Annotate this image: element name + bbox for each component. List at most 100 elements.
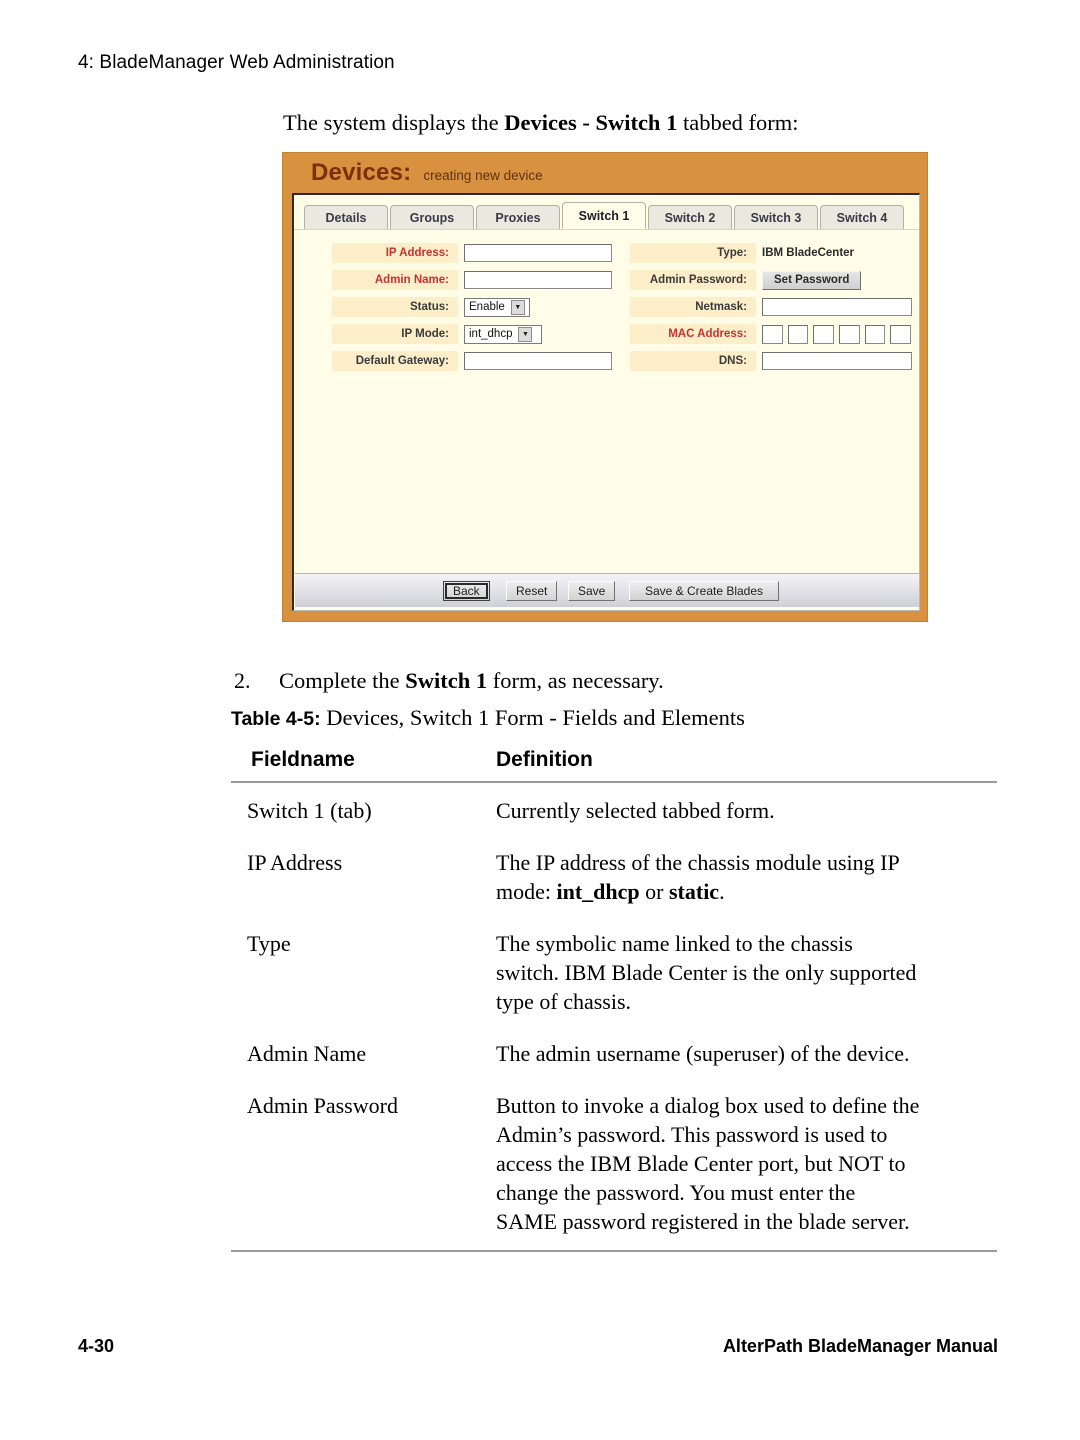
- cell-fieldname: Switch 1 (tab): [247, 798, 372, 823]
- step-text: Complete the Switch 1 form, as necessary…: [279, 668, 664, 694]
- definition-text: access the IBM Blade Center port, but NO…: [496, 1151, 906, 1176]
- cell-fieldname: Admin Name: [247, 1041, 367, 1066]
- definition-text: mode:: [496, 879, 557, 904]
- definition-line: type of chassis.: [496, 987, 993, 1016]
- definition-text: Admin’s password. This password is used …: [496, 1122, 888, 1147]
- definition-line: SAME password registered in the blade se…: [496, 1207, 993, 1236]
- cell-fieldname: Admin Password: [247, 1093, 398, 1118]
- tabstrip-underline: [294, 229, 919, 230]
- definition-text: Button to invoke a dialog box used to de…: [496, 1093, 920, 1118]
- admin-name-input[interactable]: [464, 271, 612, 289]
- definition-text: or: [639, 879, 669, 904]
- chevron-down-icon[interactable]: ▼: [510, 299, 525, 315]
- tab-switch-2[interactable]: Switch 2: [648, 205, 732, 229]
- app-subtitle: creating new device: [423, 167, 543, 183]
- definition-line: access the IBM Blade Center port, but NO…: [496, 1149, 993, 1178]
- definition-line: The IP address of the chassis module usi…: [496, 848, 993, 877]
- table-caption-label: Table 4-5:: [231, 708, 321, 730]
- intro-text-bold: Devices - Switch 1: [504, 110, 678, 135]
- default-gateway-input[interactable]: [464, 352, 612, 370]
- mac-octet-input-2[interactable]: [787, 324, 809, 344]
- save-create-blades-button[interactable]: Save & Create Blades: [629, 580, 779, 601]
- mac-octet-input-3[interactable]: [813, 324, 835, 344]
- tab-groups[interactable]: Groups: [390, 205, 474, 229]
- app-title: Devices:: [311, 159, 412, 186]
- field-label-netmask: Netmask:: [630, 297, 756, 317]
- cell-fieldname: Type: [247, 931, 291, 956]
- app-panel: Details Groups Proxies Switch 1 Switch 2 Swit…: [292, 193, 920, 611]
- field-label-admin-name: Admin Name:: [332, 270, 458, 290]
- definition-text: switch. IBM Blade Center is the only sup…: [496, 960, 917, 985]
- status-selected-value: Enable: [469, 301, 505, 313]
- netmask-input[interactable]: [762, 298, 912, 316]
- definition-text: change the password. You must enter the: [496, 1180, 856, 1205]
- definition-line: Currently selected tabbed form.: [496, 796, 993, 825]
- save-button[interactable]: Save: [568, 580, 616, 601]
- fields-and-elements-table: Fieldname Definition Switch 1 (tab) Curre…: [231, 748, 997, 1252]
- cell-definition: The IP address of the chassis module usi…: [496, 848, 997, 906]
- devices-switch1-screenshot: Devices: creating new device Details Grou…: [282, 152, 928, 622]
- mac-octet-input-1[interactable]: [762, 324, 783, 344]
- dns-input[interactable]: [762, 352, 912, 370]
- step-text-after: form, as necessary.: [487, 668, 664, 693]
- mac-address-octets: [756, 324, 916, 344]
- definition-emphasis: int_dhcp: [556, 879, 640, 904]
- status-select[interactable]: Enable ▼: [464, 297, 530, 317]
- back-button[interactable]: Back: [443, 580, 490, 601]
- cell-definition: The admin username (superuser) of the de…: [496, 1039, 997, 1068]
- step-number: 2.: [234, 668, 251, 693]
- footer-manual-title: AlterPath BladeManager Manual: [722, 1336, 998, 1356]
- field-label-ip-mode: IP Mode:: [332, 324, 458, 344]
- intro-text-before: The system displays the: [283, 110, 505, 135]
- mac-octet-input-4[interactable]: [839, 324, 860, 344]
- definition-text: The IP address of the chassis module usi…: [496, 850, 900, 875]
- definition-line: The symbolic name linked to the chassis: [496, 929, 993, 958]
- footer-page-number: 4-30: [78, 1336, 115, 1356]
- table-body: Switch 1 (tab) Currently selected tabbed …: [231, 783, 997, 1252]
- definition-text: type of chassis.: [496, 989, 632, 1014]
- ip-mode-selected-value: int_dhcp: [469, 328, 513, 340]
- definition-text: SAME password registered in the blade se…: [496, 1209, 910, 1234]
- table-row: Admin Password Button to invoke a dialog …: [231, 1078, 997, 1252]
- table-header-row: Fieldname Definition: [231, 748, 997, 783]
- definition-line: Admin’s password. This password is used …: [496, 1120, 993, 1149]
- switch1-form: IP Address: Type: IBM BladeCenter Admin Nam…: [332, 243, 912, 371]
- definition-line: mode: int_dhcp or static.: [496, 877, 993, 906]
- definition-text: .: [719, 879, 725, 904]
- table-row: IP Address The IP address of the chassis …: [231, 835, 997, 916]
- column-header-definition: Definition: [496, 748, 593, 771]
- intro-paragraph: The system displays the Devices - Switch…: [283, 110, 799, 136]
- running-header: 4: BladeManager Web Administration: [78, 52, 395, 73]
- definition-line: switch. IBM Blade Center is the only sup…: [496, 958, 993, 987]
- column-header-fieldname: Fieldname: [251, 748, 355, 771]
- tab-proxies[interactable]: Proxies: [476, 205, 560, 229]
- tabstrip: Details Groups Proxies Switch 1 Switch 2 Swit…: [304, 202, 906, 229]
- field-label-admin-password: Admin Password:: [630, 270, 756, 290]
- chevron-down-icon[interactable]: ▼: [518, 326, 533, 342]
- mac-octet-input-5[interactable]: [864, 324, 886, 344]
- tab-switch-4[interactable]: Switch 4: [820, 205, 904, 229]
- definition-text: Currently selected tabbed form.: [496, 798, 775, 823]
- step-text-before: Complete the: [279, 668, 406, 693]
- table-caption-text: Devices, Switch 1 Form - Fields and Elem…: [320, 705, 745, 730]
- mac-octet-input-6[interactable]: [890, 324, 912, 344]
- definition-text: The symbolic name linked to the chassis: [496, 931, 853, 956]
- table-row: Type The symbolic name linked to the chas…: [231, 916, 997, 1026]
- tab-switch-1[interactable]: Switch 1: [562, 202, 646, 229]
- cell-definition: Button to invoke a dialog box used to de…: [496, 1091, 997, 1236]
- type-value: IBM BladeCenter: [762, 247, 855, 259]
- field-label-status: Status:: [332, 297, 458, 317]
- ip-address-input[interactable]: [464, 244, 612, 262]
- tab-switch-3[interactable]: Switch 3: [734, 205, 818, 229]
- table-row: Switch 1 (tab) Currently selected tabbed …: [231, 783, 997, 835]
- field-label-default-gateway: Default Gateway:: [332, 351, 458, 371]
- tab-details[interactable]: Details: [304, 205, 388, 229]
- field-label-ip-address: IP Address:: [332, 243, 458, 263]
- table-row: Admin Name The admin username (superuser)…: [231, 1026, 997, 1078]
- reset-button[interactable]: Reset: [506, 580, 558, 601]
- cell-fieldname: IP Address: [247, 850, 343, 875]
- intro-text-after: tabbed form:: [677, 110, 799, 135]
- ip-mode-select[interactable]: int_dhcp ▼: [464, 324, 542, 344]
- set-password-button[interactable]: Set Password: [762, 270, 862, 290]
- field-label-type: Type:: [630, 243, 756, 263]
